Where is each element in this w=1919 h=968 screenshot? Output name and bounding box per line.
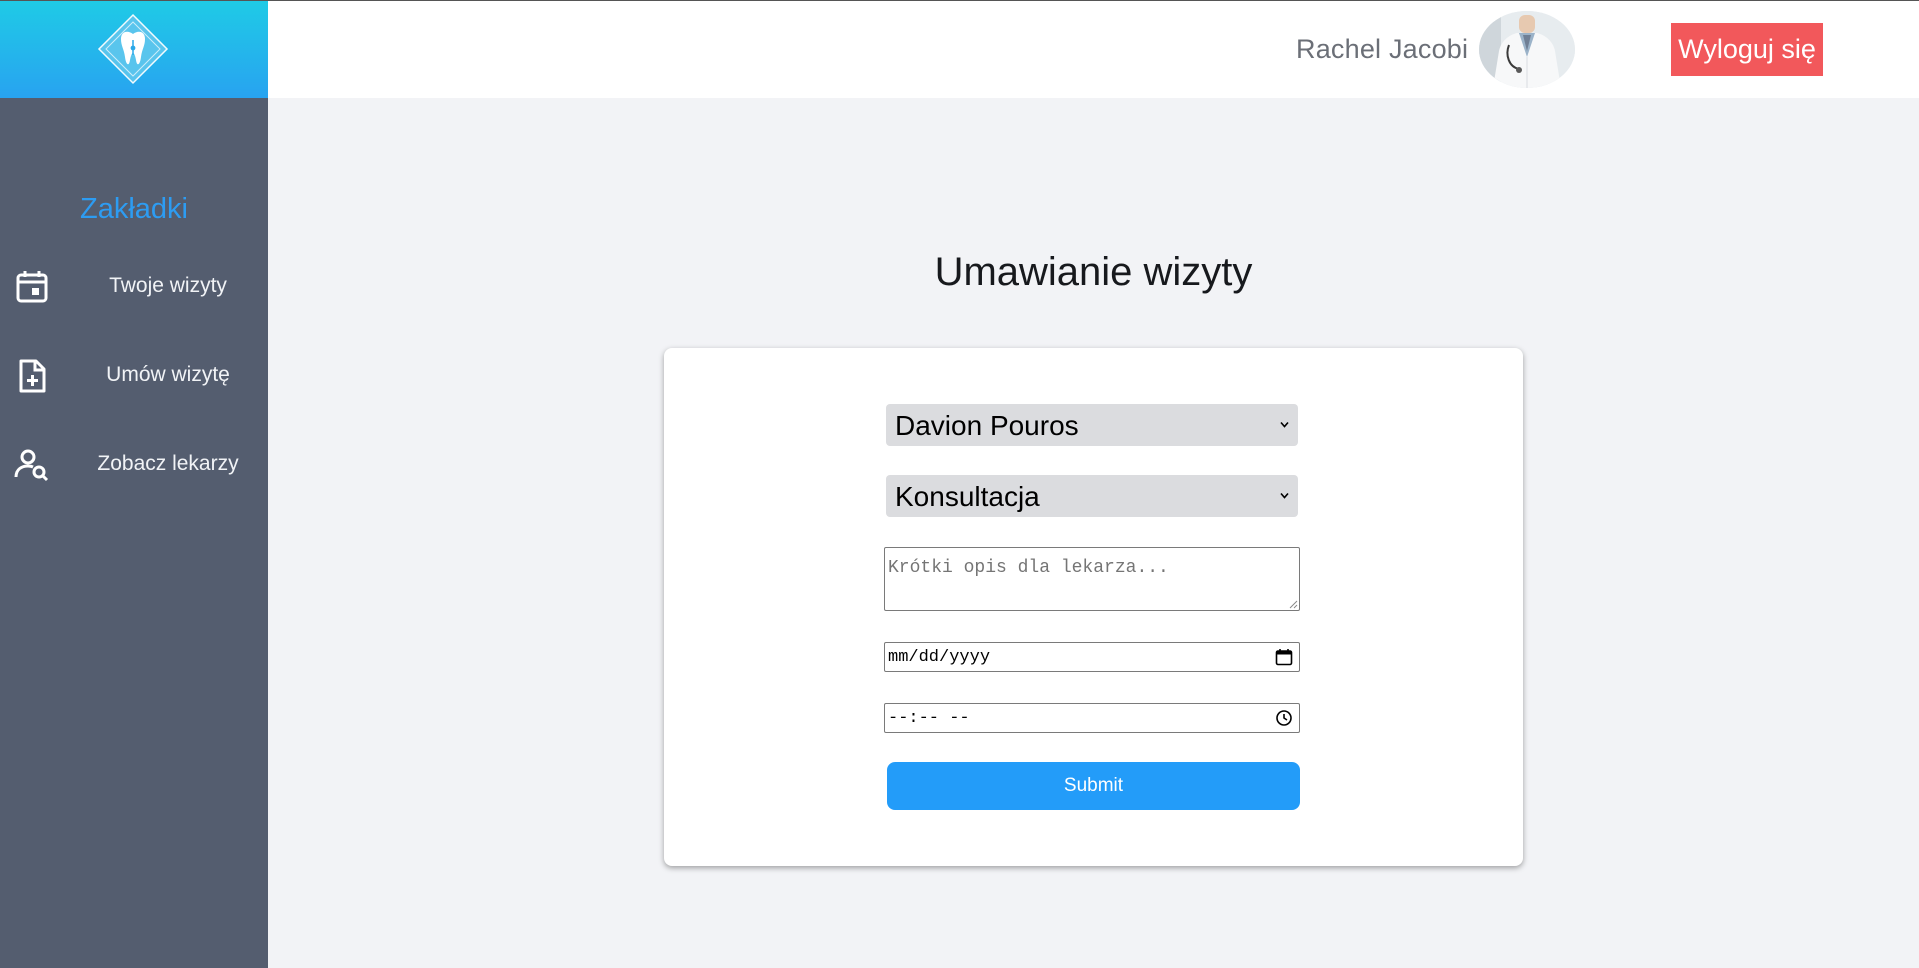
calendar-icon xyxy=(16,271,48,303)
logout-button[interactable]: Wyloguj się xyxy=(1671,23,1823,76)
description-textarea[interactable]: Krótki opis dla lekarza... xyxy=(884,547,1300,611)
chevron-down-icon xyxy=(1280,492,1289,499)
time-input-value: --:-- -- xyxy=(888,709,970,728)
visit-type-select[interactable]: Konsultacja xyxy=(886,475,1298,517)
page-title: Umawianie wizyty xyxy=(934,250,1253,294)
doctor-select-value: Davion Pouros xyxy=(895,410,1079,441)
chevron-down-icon xyxy=(1280,421,1289,428)
appointment-form-card: Davion Pouros Konsultacja Krótki opis dl… xyxy=(664,348,1523,866)
sidebar-item-twoje-wizyty[interactable]: Twoje wizyty xyxy=(0,259,268,315)
sidebar-item-zobacz-lekarzy[interactable]: Zobacz lekarzy xyxy=(0,437,268,493)
doctor-select[interactable]: Davion Pouros xyxy=(886,404,1298,446)
sidebar: Zakładki Twoje wizyty Umów wizytę Zobacz… xyxy=(0,98,268,968)
resize-grip-icon[interactable] xyxy=(1288,599,1298,609)
time-input[interactable]: --:-- -- xyxy=(884,703,1300,733)
sidebar-item-label: Zobacz lekarzy xyxy=(97,452,239,475)
doctor-avatar-image xyxy=(1479,11,1575,88)
logo-area[interactable] xyxy=(0,0,268,98)
avatar[interactable] xyxy=(1479,11,1575,88)
sidebar-item-label: Umów wizytę xyxy=(106,363,230,386)
top-header: Rachel Jacobi Wyloguj się xyxy=(0,0,1919,98)
user-search-icon xyxy=(14,449,49,482)
clock-icon[interactable] xyxy=(1275,709,1293,727)
description-placeholder: Krótki opis dla lekarza... xyxy=(888,558,1169,578)
top-border xyxy=(0,0,1919,1)
sidebar-item-label: Twoje wizyty xyxy=(109,274,227,297)
date-input-value: mm/dd/yyyy xyxy=(888,648,991,667)
submit-button[interactable]: Submit xyxy=(887,762,1300,810)
file-plus-icon xyxy=(19,359,46,393)
tooth-logo-icon xyxy=(97,13,169,85)
user-name: Rachel Jacobi xyxy=(1296,34,1469,64)
visit-type-select-value: Konsultacja xyxy=(895,481,1040,512)
date-input[interactable]: mm/dd/yyyy xyxy=(884,642,1300,672)
sidebar-item-umow-wizyte[interactable]: Umów wizytę xyxy=(0,348,268,404)
sidebar-heading: Zakładki xyxy=(80,193,188,225)
calendar-picker-icon[interactable] xyxy=(1275,648,1293,666)
